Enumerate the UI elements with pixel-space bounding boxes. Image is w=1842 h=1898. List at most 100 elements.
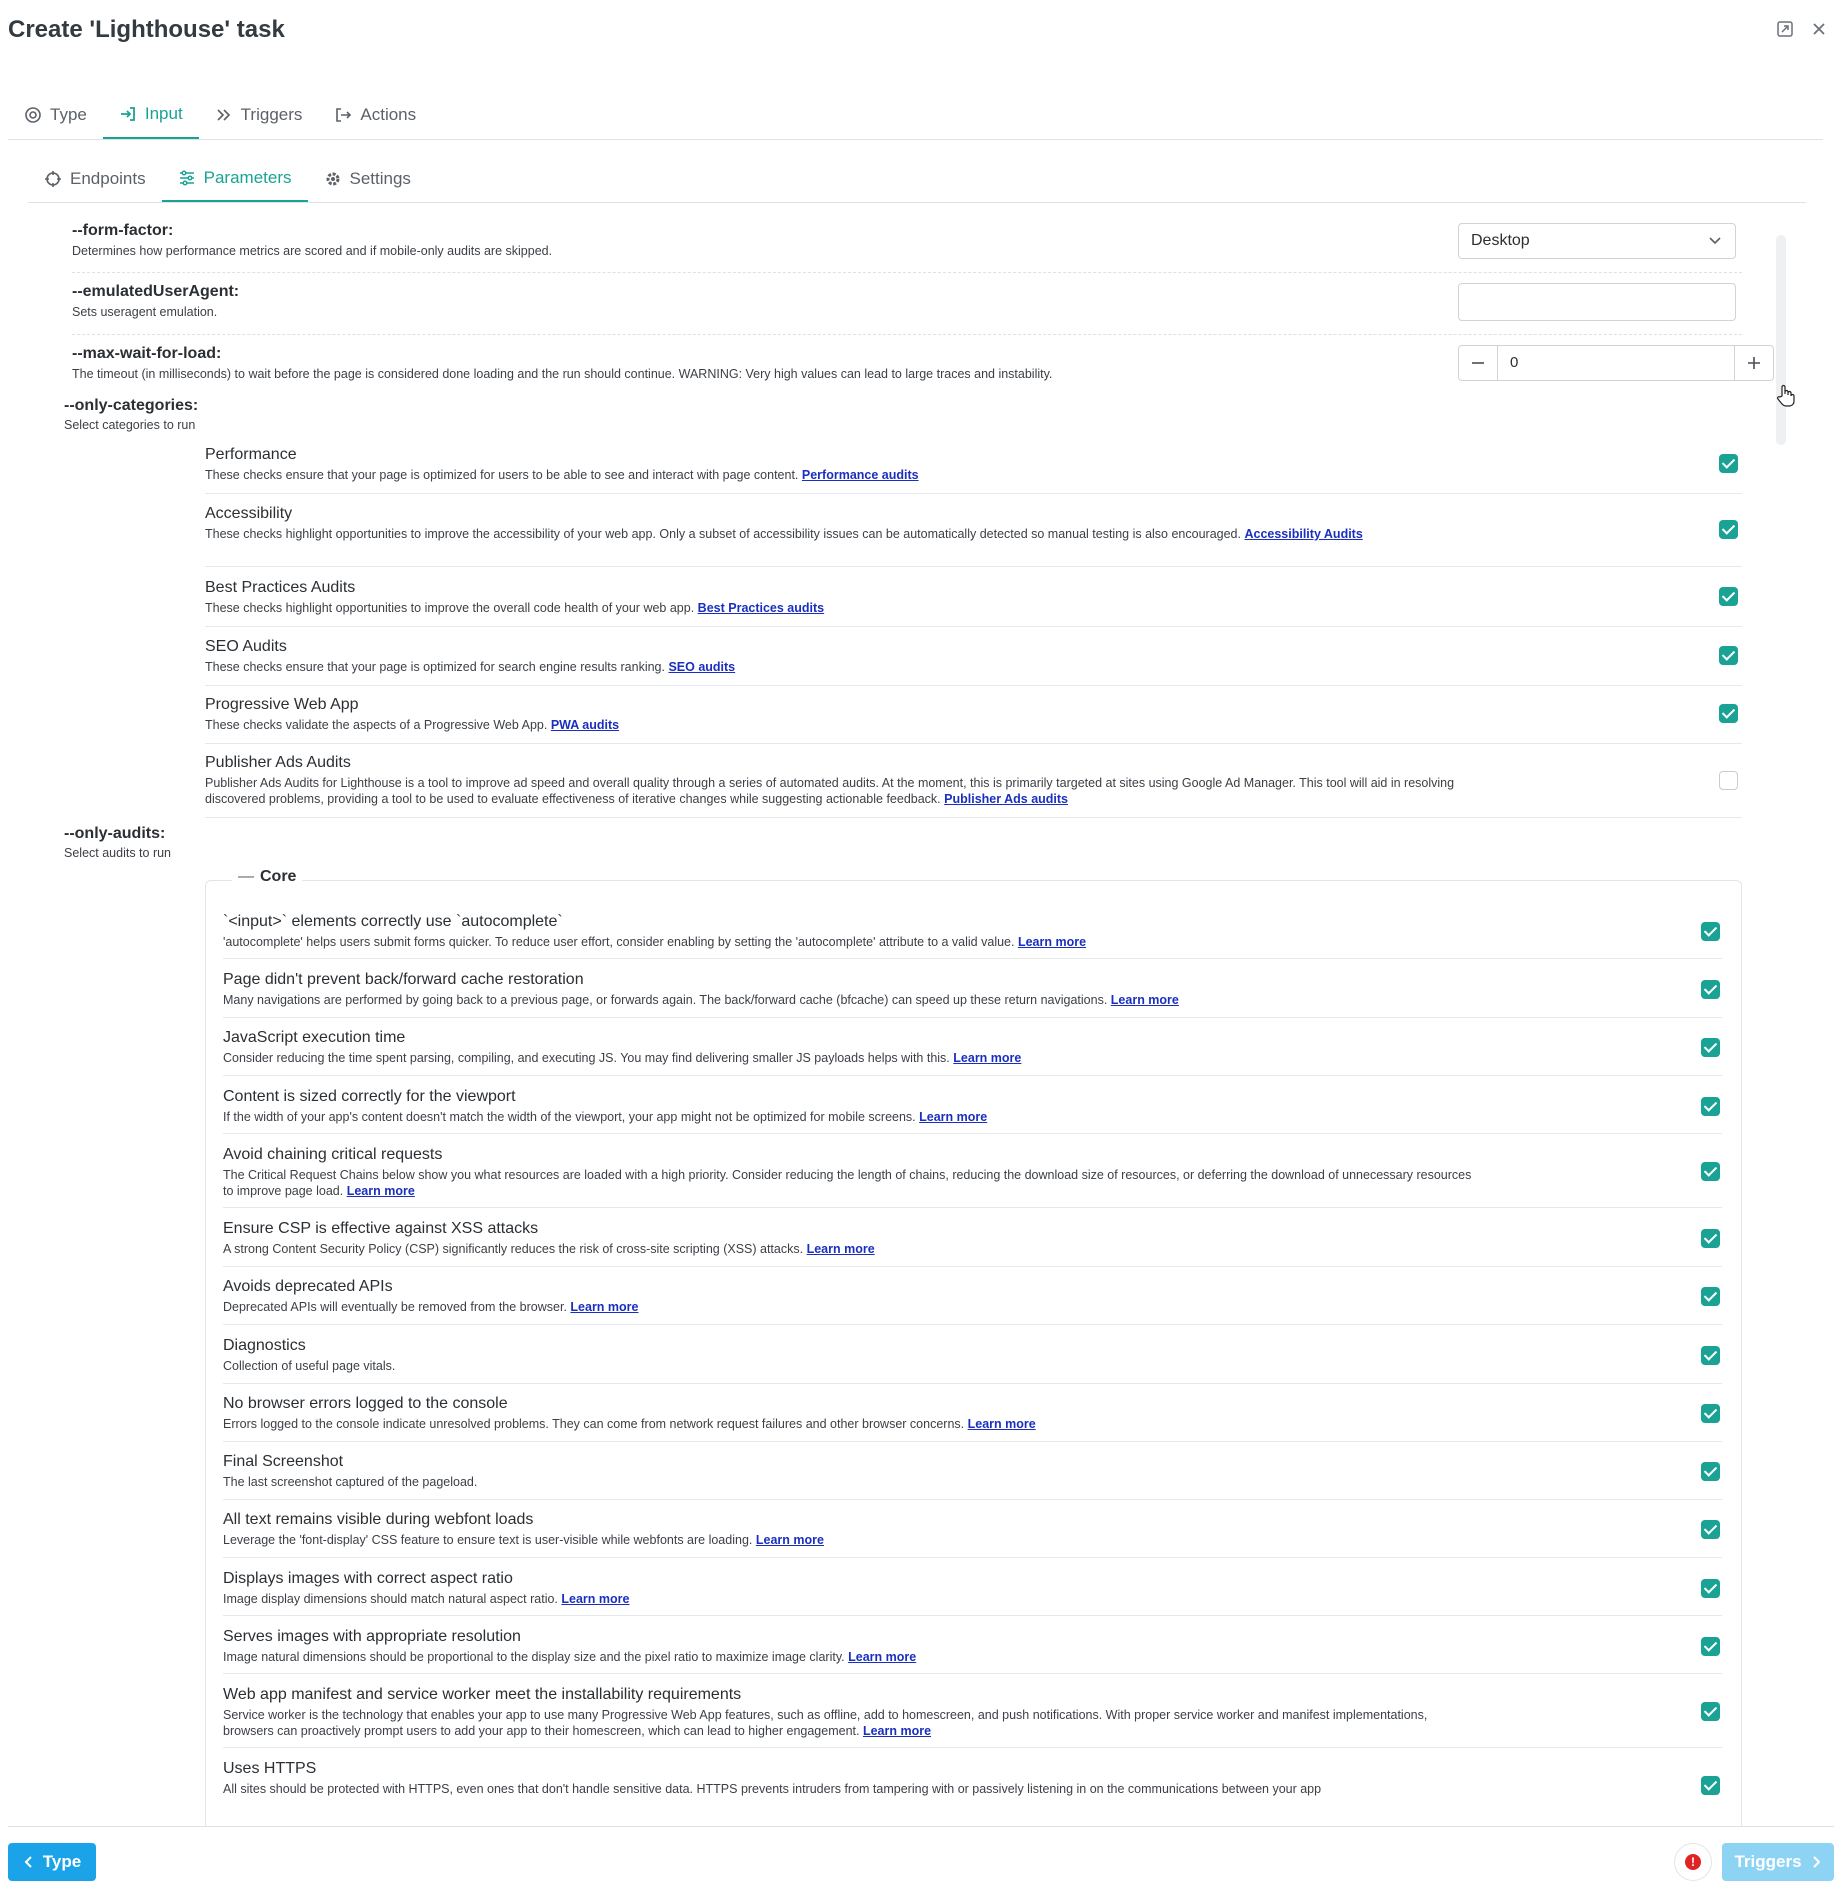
audit-checkbox[interactable]	[1701, 1346, 1720, 1365]
learn-more-link[interactable]: Learn more	[1018, 935, 1086, 949]
learn-more-link[interactable]: Learn more	[570, 1300, 638, 1314]
audit-description: Image display dimensions should match na…	[223, 1592, 630, 1606]
audit-checkbox[interactable]	[1701, 1229, 1720, 1248]
learn-more-link[interactable]: Learn more	[953, 1051, 1021, 1065]
audit-description: The Critical Request Chains below show y…	[223, 1168, 1472, 1198]
param-description: Select audits to run	[64, 846, 172, 860]
category-description: These checks highlight opportunities to …	[205, 601, 825, 615]
audit-title: No browser errors logged to the console	[223, 1395, 508, 1412]
category-checkbox[interactable]	[1719, 646, 1738, 665]
learn-more-link[interactable]: Learn more	[863, 1724, 931, 1738]
learn-more-link[interactable]: Learn more	[1111, 993, 1179, 1007]
audit-item: Final Screenshot The last screenshot cap…	[223, 1453, 1722, 1500]
close-icon[interactable]	[1808, 20, 1830, 42]
audit-title: Web app manifest and service worker meet…	[223, 1686, 742, 1703]
tab-actions[interactable]: Actions	[318, 90, 432, 139]
audit-title: Page didn't prevent back/forward cache r…	[223, 971, 584, 988]
tab-parameters[interactable]: Parameters	[161, 155, 308, 202]
learn-more-link[interactable]: Learn more	[347, 1184, 415, 1198]
audit-item: Serves images with appropriate resolutio…	[223, 1628, 1722, 1674]
seo-audits-link[interactable]: SEO audits	[668, 660, 735, 674]
audit-title: All text remains visible during webfont …	[223, 1511, 534, 1528]
category-checkbox[interactable]	[1719, 587, 1738, 606]
dialog-title: Create 'Lighthouse' task	[8, 16, 285, 43]
learn-more-link[interactable]: Learn more	[807, 1242, 875, 1256]
audit-description: Service worker is the technology that en…	[223, 1708, 1428, 1738]
minimize-icon[interactable]	[1774, 20, 1796, 42]
form-factor-select[interactable]: Desktop	[1458, 223, 1736, 259]
category-item: Progressive Web App These checks validat…	[205, 696, 1742, 744]
category-checkbox[interactable]	[1719, 704, 1738, 723]
category-title: Progressive Web App	[205, 696, 359, 713]
audit-checkbox[interactable]	[1701, 1702, 1720, 1721]
audit-item: Avoids deprecated APIs Deprecated APIs w…	[223, 1278, 1722, 1325]
audit-title: JavaScript execution time	[223, 1029, 406, 1046]
sign-out-icon	[336, 107, 352, 122]
minus-icon[interactable]	[1459, 346, 1497, 380]
pwa-audits-link[interactable]: PWA audits	[551, 718, 619, 732]
tab-endpoints[interactable]: Endpoints	[28, 155, 162, 202]
audit-description: Many navigations are performed by going …	[223, 993, 1179, 1007]
learn-more-link[interactable]: Learn more	[968, 1417, 1036, 1431]
audit-group-legend[interactable]: — Core	[232, 868, 303, 886]
audit-item: Content is sized correctly for the viewp…	[223, 1088, 1722, 1134]
main-tabs: Type Input Triggers Actions	[8, 90, 1823, 140]
audit-description: Leverage the 'font-display' CSS feature …	[223, 1533, 824, 1547]
audit-checkbox[interactable]	[1701, 1404, 1720, 1423]
accessibility-audits-link[interactable]: Accessibility Audits	[1244, 527, 1362, 541]
category-checkbox[interactable]	[1719, 454, 1738, 473]
best-practices-audits-link[interactable]: Best Practices audits	[698, 601, 824, 615]
learn-more-link[interactable]: Learn more	[561, 1592, 629, 1606]
param-label: --only-audits:	[64, 825, 166, 842]
audit-title: Diagnostics	[223, 1337, 306, 1354]
audit-title: Ensure CSP is effective against XSS atta…	[223, 1220, 539, 1237]
divider	[72, 334, 1742, 335]
audit-checkbox[interactable]	[1701, 1038, 1720, 1057]
audit-checkbox[interactable]	[1701, 1637, 1720, 1656]
audit-checkbox[interactable]	[1701, 922, 1720, 941]
category-title: Publisher Ads Audits	[205, 754, 351, 771]
publisher-ads-audits-link[interactable]: Publisher Ads audits	[944, 792, 1068, 806]
collapse-icon: —	[238, 868, 254, 885]
audit-checkbox[interactable]	[1701, 1579, 1720, 1598]
learn-more-link[interactable]: Learn more	[919, 1110, 987, 1124]
audit-item: Diagnostics Collection of useful page vi…	[223, 1337, 1722, 1384]
audit-checkbox[interactable]	[1701, 1287, 1720, 1306]
chevron-down-icon	[1707, 232, 1723, 253]
tab-settings[interactable]: Settings	[308, 155, 427, 202]
learn-more-link[interactable]: Learn more	[756, 1533, 824, 1547]
tab-input[interactable]: Input	[102, 90, 199, 139]
max-wait-input[interactable]: 0	[1497, 346, 1735, 380]
audit-checkbox[interactable]	[1701, 1097, 1720, 1116]
plus-icon[interactable]	[1735, 346, 1773, 380]
category-checkbox[interactable]	[1719, 771, 1738, 790]
error-indicator[interactable]: !	[1674, 1843, 1712, 1881]
performance-audits-link[interactable]: Performance audits	[802, 468, 919, 482]
next-button[interactable]: Triggers	[1722, 1843, 1834, 1881]
emulated-user-agent-input[interactable]	[1458, 283, 1736, 321]
param-description: Select categories to run	[64, 418, 196, 432]
tab-type[interactable]: Type	[8, 90, 103, 139]
audit-item: Avoid chaining critical requests The Cri…	[223, 1146, 1722, 1208]
audit-checkbox[interactable]	[1701, 1520, 1720, 1539]
audit-description: The last screenshot captured of the page…	[223, 1475, 478, 1489]
category-title: Performance	[205, 446, 297, 463]
audit-checkbox[interactable]	[1701, 980, 1720, 999]
tab-triggers[interactable]: Triggers	[199, 90, 319, 139]
category-item: Best Practices Audits These checks highl…	[205, 579, 1742, 627]
audit-title: Content is sized correctly for the viewp…	[223, 1088, 516, 1105]
category-description: These checks ensure that your page is op…	[205, 468, 919, 482]
category-description: These checks highlight opportunities to …	[205, 527, 1363, 541]
previous-button[interactable]: Type	[8, 1843, 96, 1881]
audit-description: All sites should be protected with HTTPS…	[223, 1782, 1322, 1796]
audit-description: 'autocomplete' helps users submit forms …	[223, 935, 1087, 949]
learn-more-link[interactable]: Learn more	[848, 1650, 916, 1664]
category-checkbox[interactable]	[1719, 520, 1738, 539]
category-title: SEO Audits	[205, 638, 287, 655]
audit-description: Consider reducing the time spent parsing…	[223, 1051, 1022, 1065]
audit-checkbox[interactable]	[1701, 1776, 1720, 1795]
audit-checkbox[interactable]	[1701, 1162, 1720, 1181]
audit-checkbox[interactable]	[1701, 1462, 1720, 1481]
audit-title: Serves images with appropriate resolutio…	[223, 1628, 521, 1645]
audit-item: JavaScript execution time Consider reduc…	[223, 1029, 1722, 1076]
